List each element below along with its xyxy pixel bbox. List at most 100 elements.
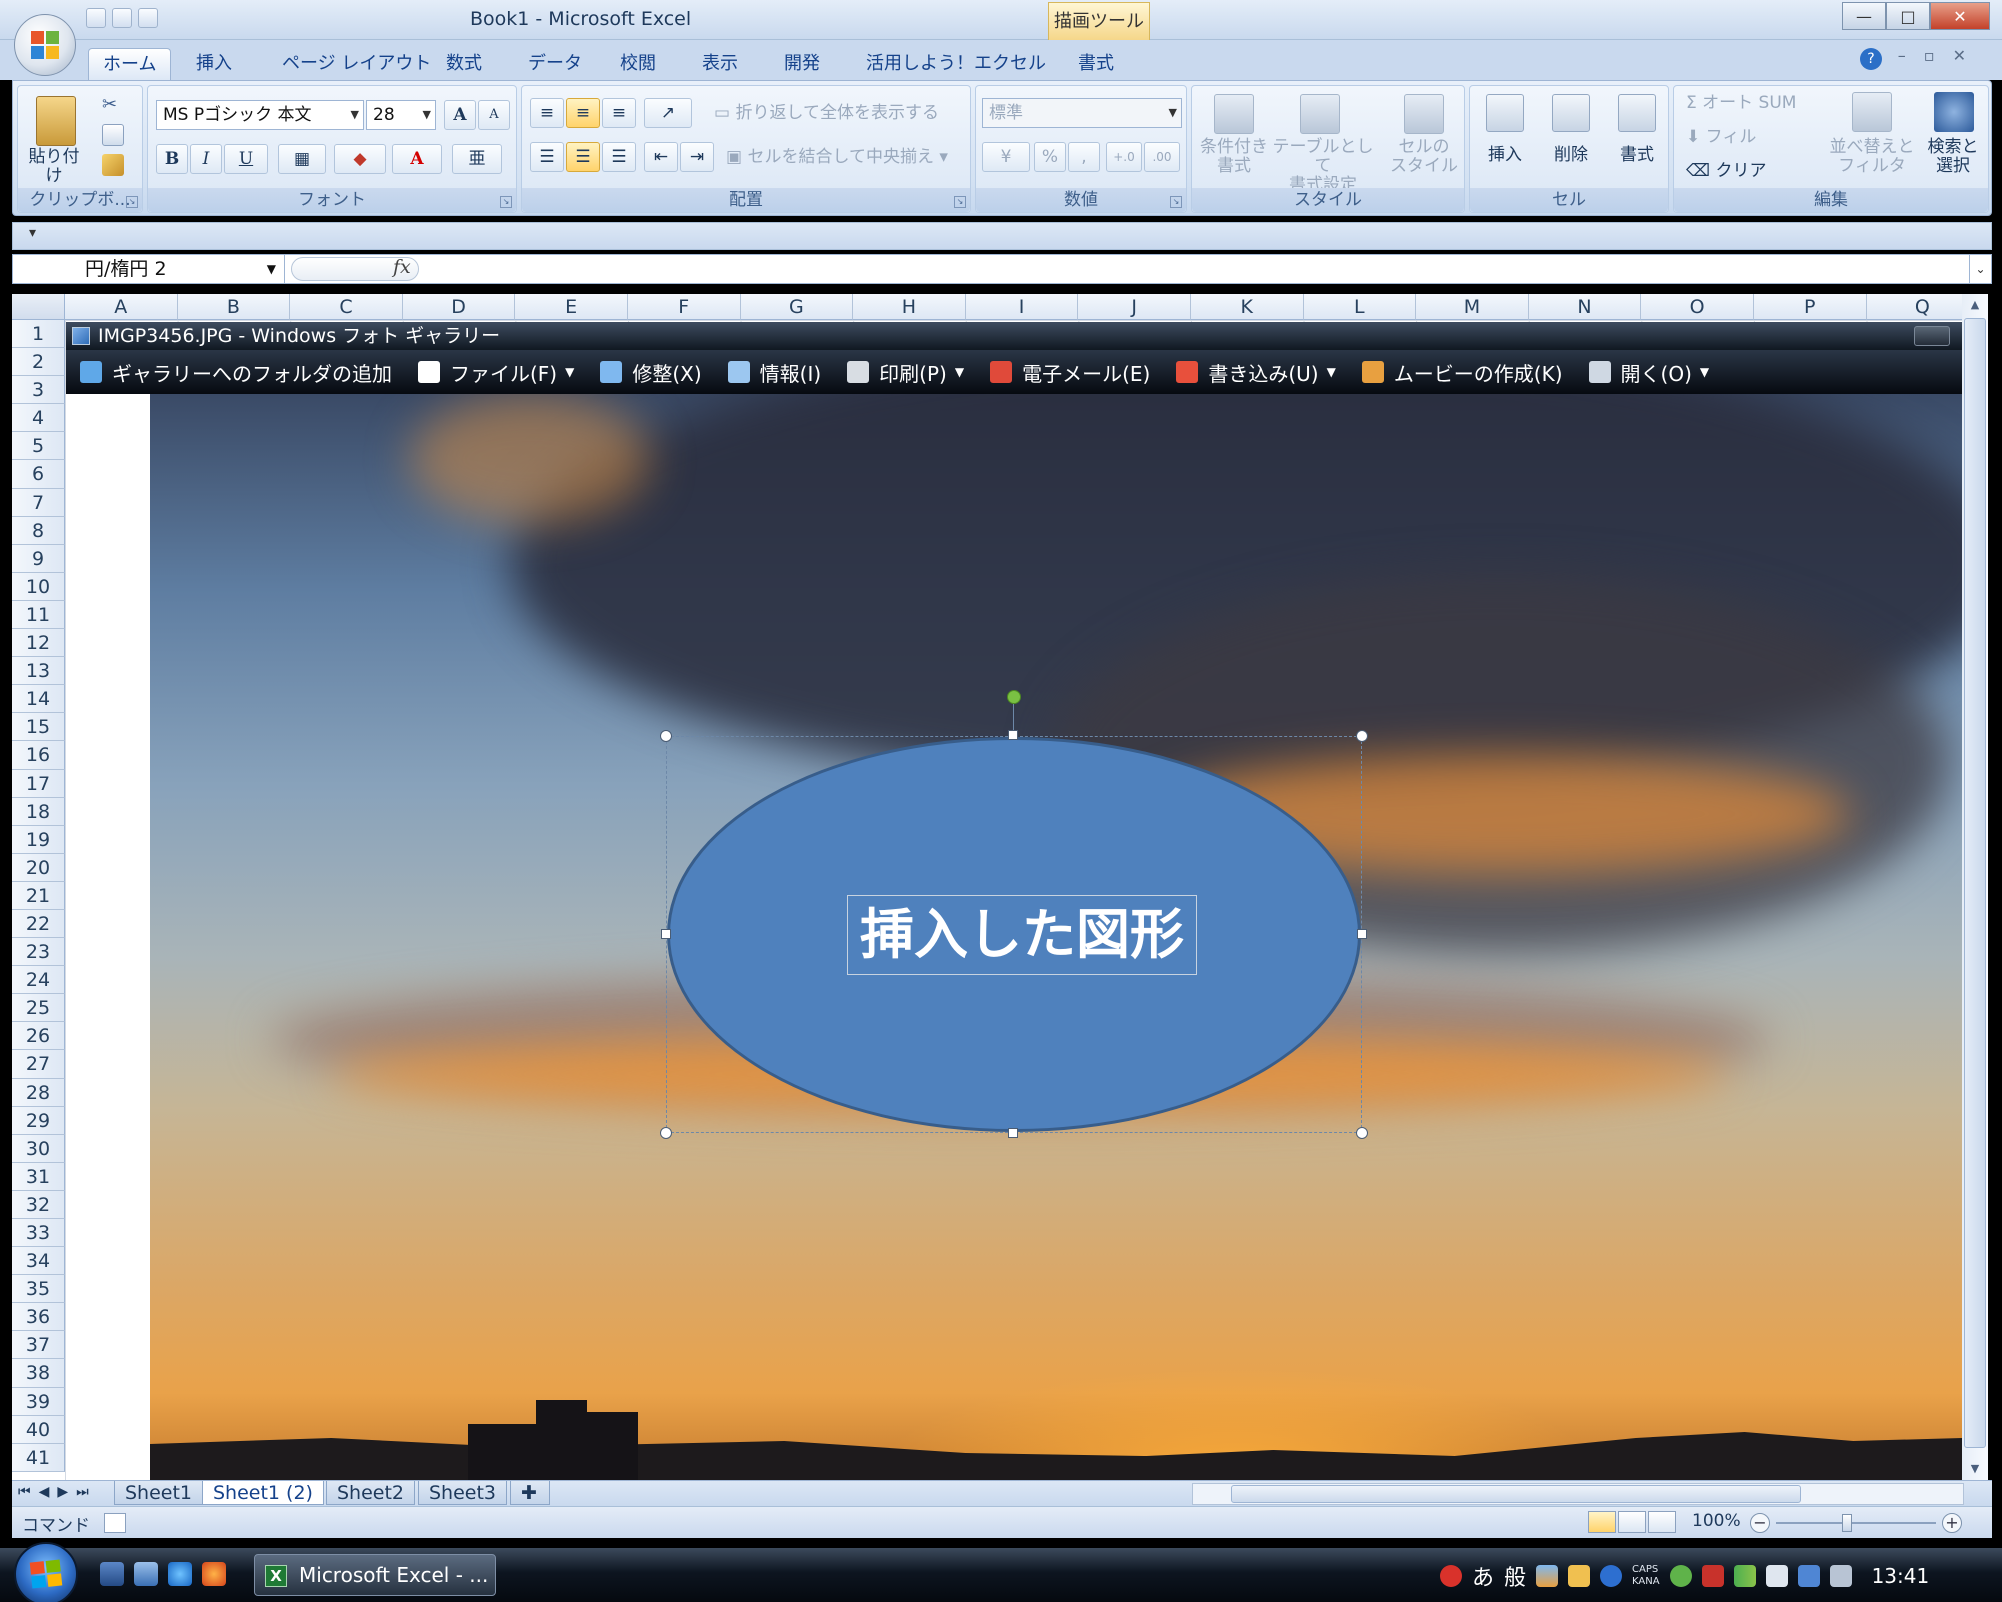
phonetic-button[interactable]: 亜 [452, 144, 502, 174]
row-header[interactable]: 29 [12, 1106, 65, 1135]
row-header[interactable]: 20 [12, 853, 65, 882]
resize-handle-top-right[interactable] [1356, 730, 1368, 742]
row-header[interactable]: 12 [12, 629, 65, 658]
column-header[interactable]: J [1078, 294, 1191, 320]
insert-function-icon[interactable]: fx [393, 256, 411, 278]
fill-button[interactable]: ⬇ フィル [1686, 126, 1756, 148]
column-header[interactable]: Q [1866, 294, 1962, 320]
start-button[interactable] [14, 1542, 78, 1602]
workbook-window-controls[interactable]: –▫✕ [1898, 46, 1984, 65]
comma-button[interactable]: , [1068, 142, 1100, 172]
resize-handle-bottom-left[interactable] [660, 1127, 672, 1139]
align-right-button[interactable]: ☰ [602, 142, 636, 172]
redo-icon[interactable] [138, 8, 158, 28]
volume-icon[interactable] [1765, 1565, 1788, 1587]
insert-cells-button[interactable]: 挿入 [1476, 146, 1534, 165]
close-button[interactable]: ✕ [1930, 2, 1990, 30]
find-select-button[interactable]: 検索と 選択 [1920, 138, 1986, 176]
maximize-button[interactable]: □ [1886, 2, 1930, 30]
insert-sheet-icon[interactable]: ✚ [510, 1481, 550, 1505]
column-header[interactable]: D [402, 294, 516, 320]
row-header[interactable]: 28 [12, 1078, 65, 1107]
clipboard-launcher-icon[interactable]: ↘ [126, 196, 138, 208]
row-header[interactable]: 14 [12, 685, 65, 714]
copy-icon[interactable] [102, 124, 124, 146]
row-header[interactable]: 37 [12, 1331, 65, 1360]
column-header[interactable]: G [740, 294, 854, 320]
cell-styles-button[interactable]: セルの スタイル [1382, 138, 1466, 176]
grow-font-button[interactable]: A [444, 100, 476, 130]
row-header[interactable]: 31 [12, 1162, 65, 1191]
row-header[interactable]: 32 [12, 1190, 65, 1219]
row-header[interactable]: 2 [12, 348, 65, 377]
row-header[interactable]: 13 [12, 657, 65, 686]
macro-record-icon[interactable] [104, 1513, 126, 1533]
office-button[interactable] [14, 14, 76, 76]
tab-katsuyou[interactable]: 活用しよう！エクセル [852, 48, 1060, 80]
help-icon[interactable]: ? [1860, 48, 1882, 70]
network-icon[interactable] [1797, 1565, 1820, 1587]
align-center-button[interactable]: ☰ [566, 142, 600, 172]
row-header[interactable]: 33 [12, 1219, 65, 1248]
sheet-tab-sheet1-2[interactable]: Sheet1 (2) [202, 1481, 324, 1505]
ime-pad-icon[interactable] [1536, 1565, 1559, 1587]
row-header[interactable]: 39 [12, 1387, 65, 1416]
row-header[interactable]: 9 [12, 544, 65, 573]
alignment-launcher-icon[interactable]: ↘ [954, 196, 966, 208]
ime-tool-icon[interactable] [1568, 1565, 1591, 1587]
fill-color-button[interactable]: ◆ [334, 144, 386, 174]
vertical-scroll-thumb[interactable] [1964, 318, 1986, 1448]
shape-text-box[interactable]: 挿入した図形 [847, 895, 1197, 975]
delete-cells-button[interactable]: 削除 [1542, 146, 1600, 165]
row-header[interactable]: 21 [12, 881, 65, 910]
decrease-indent-button[interactable]: ⇤ [644, 142, 678, 172]
font-launcher-icon[interactable]: ↘ [500, 196, 512, 208]
scroll-up-icon[interactable]: ▲ [1962, 294, 1988, 316]
speaker-muted-icon[interactable] [1829, 1565, 1852, 1587]
number-launcher-icon[interactable]: ↘ [1170, 196, 1182, 208]
row-header[interactable]: 41 [12, 1443, 65, 1472]
tab-view[interactable]: 表示 [688, 48, 752, 80]
signal-icon[interactable] [1733, 1565, 1756, 1587]
paste-button[interactable]: 貼り付け [22, 148, 86, 186]
ime-help-icon[interactable] [1600, 1565, 1623, 1587]
underline-button[interactable]: U [224, 144, 268, 174]
zoom-in-button[interactable]: + [1942, 1513, 1962, 1533]
orientation-button[interactable]: ↗ [644, 98, 692, 128]
row-header[interactable]: 10 [12, 572, 65, 601]
column-header[interactable]: P [1753, 294, 1867, 320]
row-header[interactable]: 26 [12, 1022, 65, 1051]
column-header[interactable]: O [1641, 294, 1754, 320]
rotation-handle[interactable] [1007, 690, 1021, 704]
wrap-text-button[interactable]: ▭ 折り返して全体を表示する [714, 102, 939, 124]
row-header[interactable]: 1 [12, 320, 65, 349]
column-header[interactable]: K [1190, 294, 1304, 320]
row-header[interactable]: 7 [12, 488, 65, 517]
column-header[interactable]: E [515, 294, 628, 320]
row-header[interactable]: 36 [12, 1303, 65, 1332]
horizontal-scrollbar[interactable] [1192, 1483, 1964, 1505]
align-left-button[interactable]: ☰ [530, 142, 564, 172]
column-header[interactable]: C [290, 294, 403, 320]
page-break-view-icon[interactable] [1648, 1511, 1676, 1533]
firefox-icon[interactable] [202, 1562, 226, 1586]
row-header[interactable]: 25 [12, 994, 65, 1023]
sheet-tab-sheet2[interactable]: Sheet2 [326, 1481, 416, 1505]
accounting-format-button[interactable]: ¥ [982, 142, 1030, 172]
format-as-table-button[interactable]: テーブルとして 書式設定 [1268, 138, 1378, 195]
sheet-nav-arrows-icon[interactable]: ⏮◀▶⏭ [18, 1484, 97, 1500]
taskbar-excel-button[interactable]: X Microsoft Excel - ... [254, 1554, 496, 1596]
tab-insert[interactable]: 挿入 [182, 48, 246, 80]
resize-handle-top-left[interactable] [660, 730, 672, 742]
ime-conversion-mode[interactable]: 般 [1504, 1560, 1526, 1592]
row-header[interactable]: 19 [12, 825, 65, 854]
row-header[interactable]: 30 [12, 1134, 65, 1163]
resize-handle-bottom[interactable] [1008, 1128, 1018, 1138]
customize-qat-icon[interactable]: ▾ [29, 225, 36, 241]
bold-button[interactable]: B [156, 144, 188, 174]
row-header[interactable]: 27 [12, 1050, 65, 1079]
column-header[interactable]: L [1303, 294, 1417, 320]
font-color-button[interactable]: A [392, 144, 442, 174]
save-icon[interactable] [86, 8, 106, 28]
align-bottom-button[interactable]: ≡ [602, 98, 636, 128]
